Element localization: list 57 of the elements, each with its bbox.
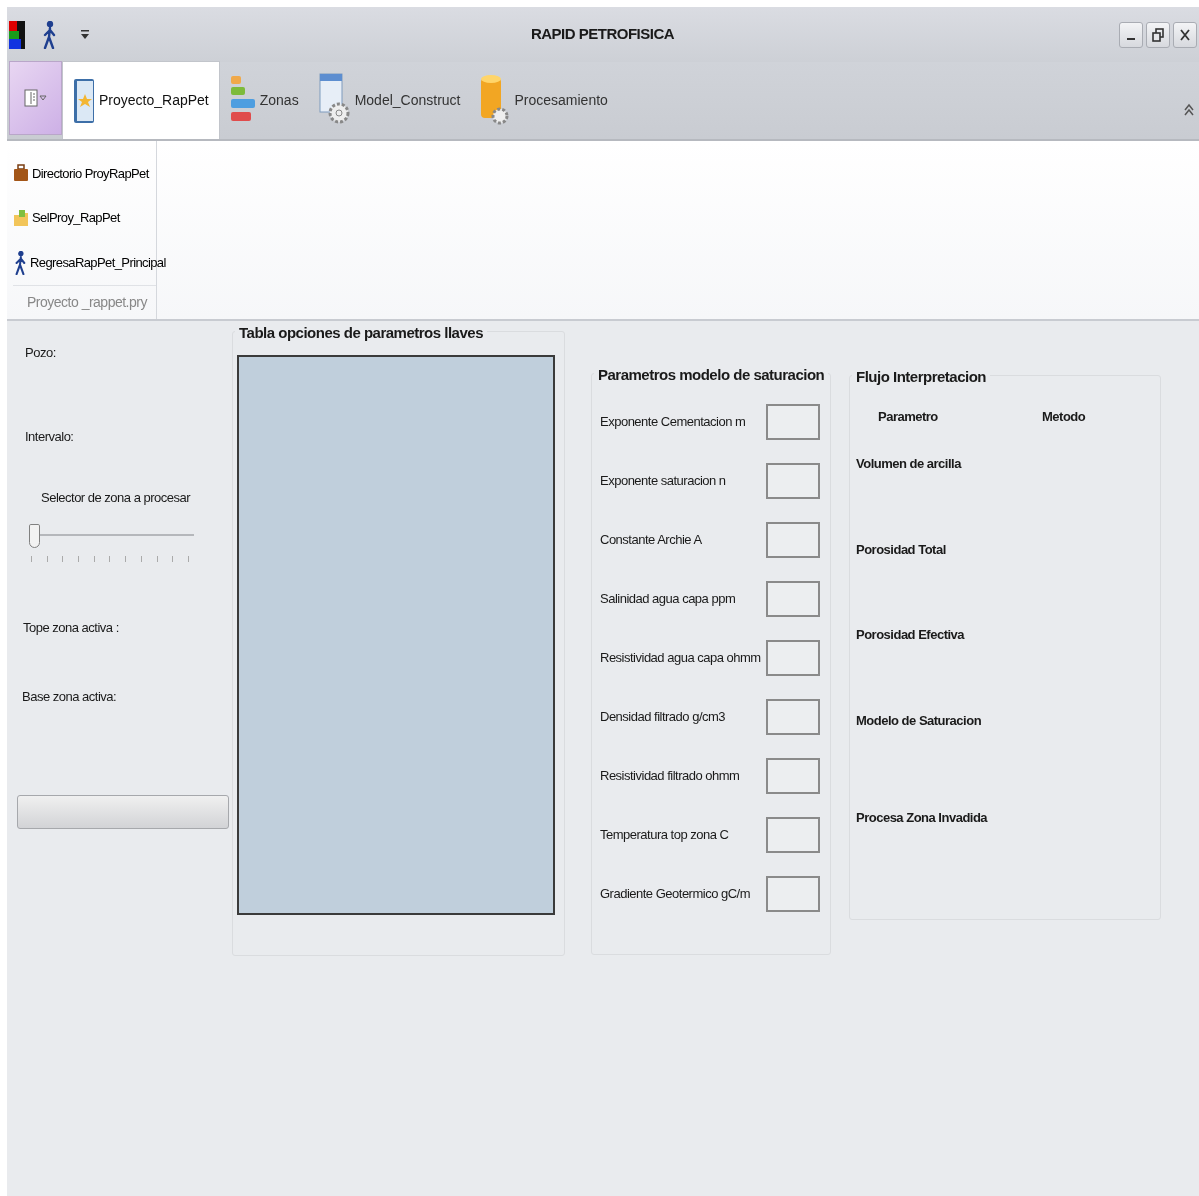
field-label: Intervalo: [25,427,75,446]
field-label: Tope zona activa : [23,618,120,637]
app-logo-icon [9,20,25,49]
field-label: Densidad filtrado g/cm3 [600,708,726,727]
input-field[interactable] [766,581,820,617]
ribbon-tab[interactable]: Zonas [219,61,309,139]
close-icon [1180,28,1190,41]
ribbon-group-label: Proyecto _rappet.pry [13,285,156,319]
ribbon-tab[interactable]: Model_Construct [308,61,471,139]
ribbon-tab[interactable]: Procesamiento [470,61,618,139]
folder-icon [13,209,29,227]
field-label: Resistividad filtrado ohmm [600,767,740,786]
briefcase-icon [13,164,29,183]
window-title: RAPID PETROFISICA [529,24,676,45]
row-label: Porosidad Efectiva [855,626,966,644]
close-button[interactable] [1173,21,1197,48]
field-label: Exponente Cementacion m [600,413,746,432]
column-header: Metodo [1042,407,1086,426]
field-label: Exponente saturacion n [600,472,726,491]
input-field[interactable] [766,522,820,558]
dropdown-icon[interactable] [81,29,89,40]
ribbon-tab[interactable]: Proyecto_RapPet [62,61,220,139]
cylinder-gear-icon [480,74,511,126]
restore-button[interactable] [1146,21,1170,48]
row-label: Volumen de arcilla [855,455,963,473]
ribbon-button[interactable]: Directorio ProyRapPet [13,151,149,196]
input-field[interactable] [766,640,820,676]
book-icon [73,77,95,124]
input-field[interactable] [766,404,820,440]
ribbon-button[interactable]: SelProy_RapPet [13,195,120,241]
ribbon-button[interactable]: RegresaRapPet_Principal [13,240,166,285]
field-label: Resistividad agua capa ohmm [600,649,761,668]
walker-icon [13,250,27,275]
input-field[interactable] [766,699,820,735]
column-header: Parametro [878,407,939,426]
minimize-icon [1127,37,1135,40]
row-label: Modelo de Saturacion [855,711,983,730]
field-label: Gradiente Geotermico gC/m [600,885,751,904]
panel-icon [23,89,48,107]
restore-icon [1152,27,1164,42]
input-field[interactable] [766,817,820,853]
input-field[interactable] [766,758,820,794]
slider-thumb[interactable] [29,523,40,548]
application-menu-button[interactable] [9,61,62,135]
minimize-button[interactable] [1119,21,1143,48]
slider-label: Selector de zona a procesar [41,489,192,507]
collapse-ribbon-icon[interactable] [1183,103,1195,117]
row-label: Procesa Zona Invadida [855,809,989,827]
field-label: Salinidad agua capa ppm [600,590,736,609]
field-label: Constante Archie A [600,531,702,550]
field-label: Temperatura top zona C [600,826,729,845]
walker-icon[interactable] [41,20,57,49]
field-label: Pozo: [25,344,57,362]
input-field[interactable] [766,876,820,912]
row-label: Porosidad Total [855,540,947,559]
field-label: Base zona activa: [22,688,118,706]
input-field[interactable] [766,463,820,499]
